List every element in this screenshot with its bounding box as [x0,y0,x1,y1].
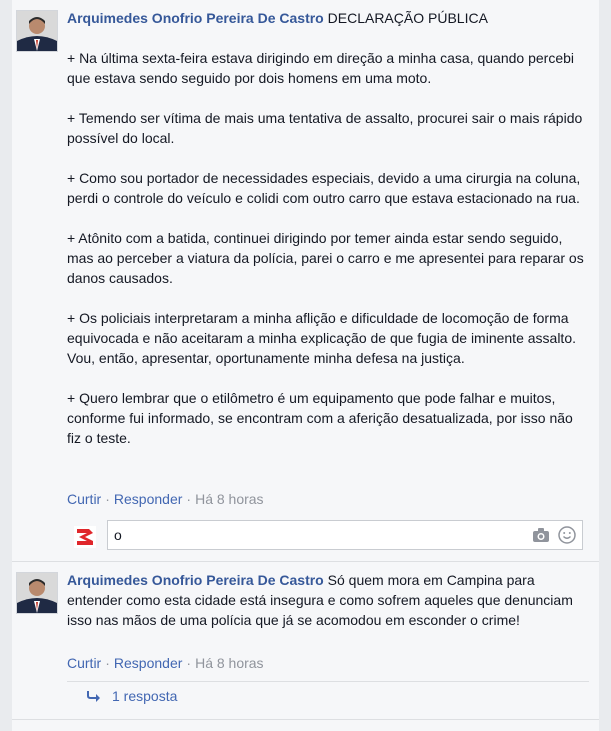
author-name[interactable]: Arquimedes Onofrio Pereira De Castro [67,10,324,26]
separator-dot: · [105,491,110,507]
like-link[interactable]: Curtir [67,491,101,507]
comment-body: Arquimedes Onofrio Pereira De Castro Só … [67,570,589,630]
replies-count: 1 resposta [112,688,178,704]
comment-paragraph: + Na última sexta-feira estava dirigindo… [67,50,575,86]
comment-actions: Curtir · Responder · Há 8 horas [67,491,264,507]
comment-divider [12,561,599,562]
reply-link[interactable]: Responder [114,491,183,507]
comment-paragraph: + Os policiais interpretaram a minha afl… [67,310,576,366]
comment-body: Arquimedes Onofrio Pereira De Castro DEC… [67,8,589,448]
comment-paragraph: + Atônito com a batida, continuei dirigi… [67,230,584,286]
comment-heading: DECLARAÇÃO PÚBLICA [327,10,488,26]
view-replies-link[interactable]: 1 resposta [86,688,177,704]
comment-paragraph: + Temendo ser vítima de mais uma tentati… [67,110,583,146]
separator-dot: · [186,491,192,507]
comment-paragraph: + Quero lembrar que o etilômetro é um eq… [67,390,573,446]
separator-dot: · [186,655,192,671]
avatar-photo [17,11,57,51]
reply-link[interactable]: Responder [114,655,183,671]
timestamp[interactable]: Há 8 horas [195,655,263,671]
reply-box [107,520,583,550]
bottom-divider [12,719,599,720]
reply-arrow-icon [87,691,100,702]
author-name[interactable]: Arquimedes Onofrio Pereira De Castro [67,572,324,588]
timestamp[interactable]: Há 8 horas [195,491,263,507]
comment-actions: Curtir · Responder · Há 8 horas [67,655,264,671]
avatar[interactable] [16,572,58,614]
separator-dot: · [105,655,110,671]
reply-input[interactable] [114,526,514,544]
camera-icon[interactable] [532,527,550,543]
replies-divider [67,681,589,682]
comments-panel: Arquimedes Onofrio Pereira De Castro DEC… [12,0,599,731]
comment-paragraph: + Como sou portador de necessidades espe… [67,170,581,206]
avatar-photo [17,573,57,613]
avatar[interactable] [16,10,58,52]
page-logo-icon [74,526,96,548]
smiley-icon[interactable] [558,526,576,544]
like-link[interactable]: Curtir [67,655,101,671]
